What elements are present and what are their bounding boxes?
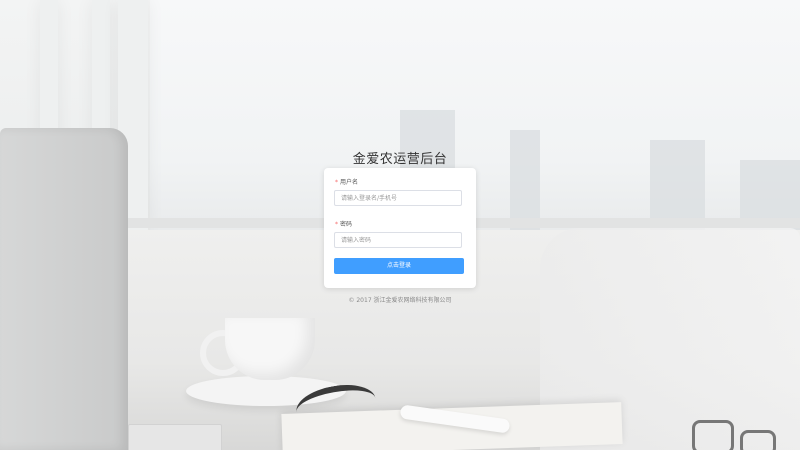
app-title: 金爱农运营后台 — [352, 152, 448, 167]
keyboard — [128, 424, 222, 450]
username-label-text: 用户名 — [340, 179, 359, 186]
password-input[interactable]: 请输入密码 — [334, 232, 462, 248]
required-marker: * — [335, 221, 338, 228]
password-label: * 密码 — [335, 219, 352, 228]
username-input[interactable]: 请输入登录名/手机号 — [334, 190, 462, 206]
required-marker: * — [335, 179, 338, 186]
city-building — [510, 130, 540, 230]
copyright-text: © 2017 浙江金爱农网络科技有限公司 — [348, 297, 452, 304]
glasses — [692, 420, 734, 450]
glasses — [740, 430, 776, 450]
login-button[interactable]: 点击登录 — [334, 258, 464, 274]
username-label: * 用户名 — [335, 177, 358, 186]
monitor — [0, 128, 128, 450]
password-label-text: 密码 — [340, 221, 353, 228]
login-card: * 用户名 请输入登录名/手机号 * 密码 请输入密码 点击登录 — [324, 168, 476, 288]
